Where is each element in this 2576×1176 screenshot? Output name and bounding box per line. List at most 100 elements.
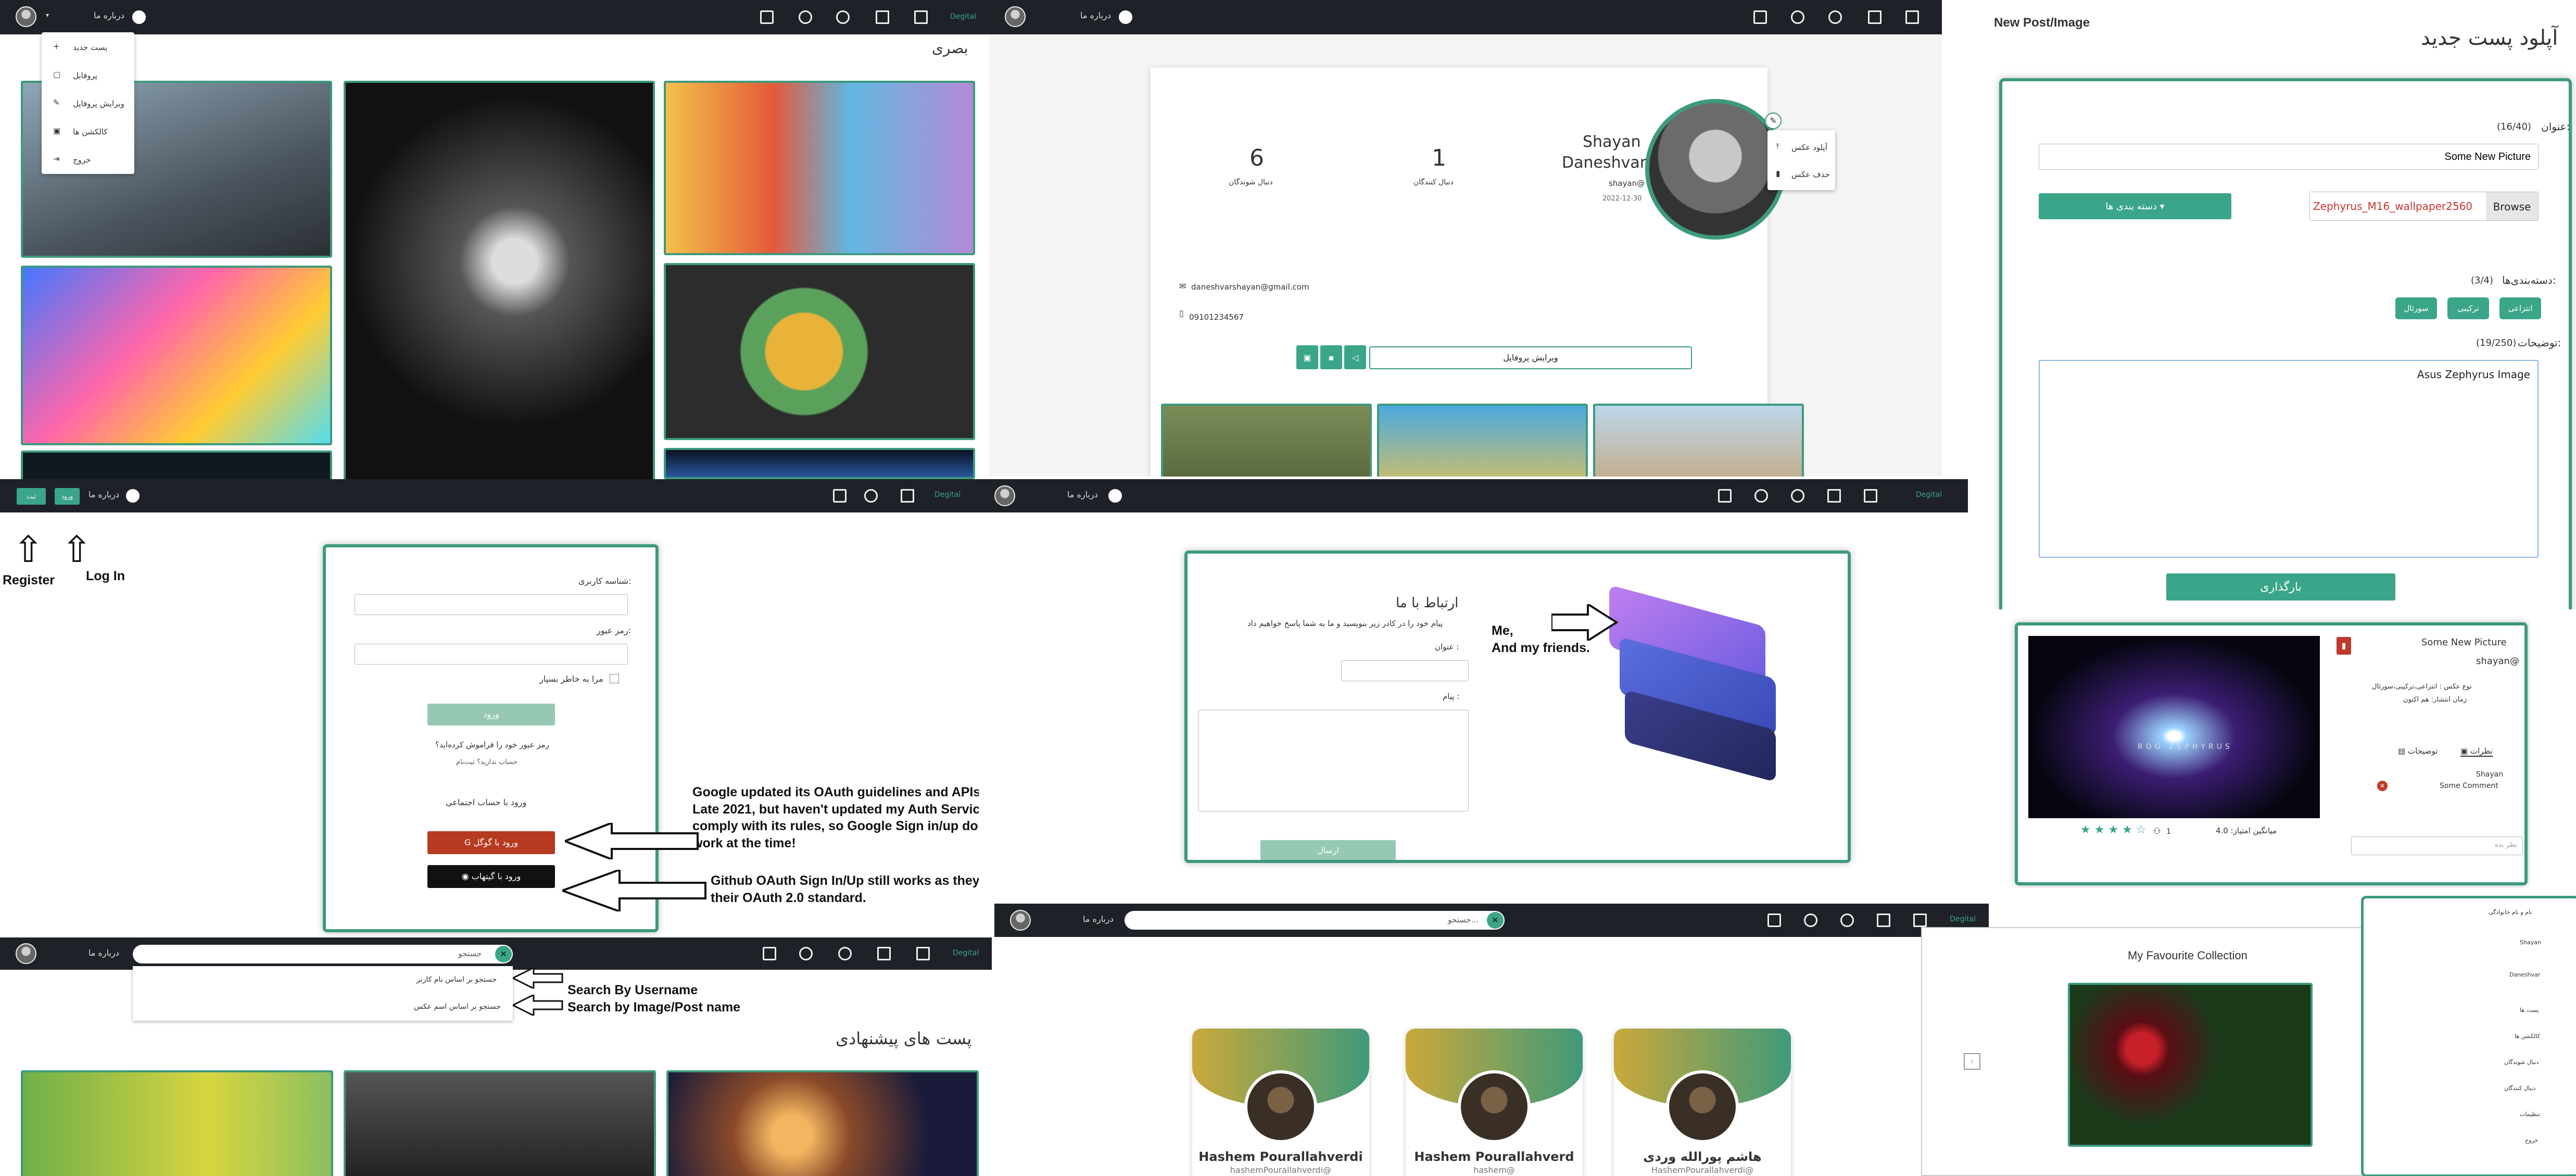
github-login-button[interactable]: ◉ ورود با گیتهاب [427,865,555,888]
nav-icon-3[interactable] [836,10,850,24]
upload-submit-button[interactable]: بارگذاری [2166,573,2395,600]
suggested-image[interactable] [666,1070,979,1176]
gallery-image[interactable] [664,448,975,479]
nav-about-link[interactable]: درباره ما [1067,490,1098,499]
suggested-image[interactable] [21,1070,333,1176]
nav-icon-2[interactable] [1804,914,1817,927]
post-user[interactable]: shayan@ [2476,656,2519,667]
user-card[interactable]: هاشم پورالله وردی HashemPourallahverdi@ [1614,1029,1791,1176]
nav-icon-4[interactable] [1877,914,1890,927]
search-input[interactable]: جستجو ✕ [133,945,513,964]
login-submit-button[interactable]: ورود [427,704,555,725]
menu-profile[interactable]: پروفایل [73,71,97,80]
nav-icon-2[interactable] [799,10,812,24]
category-chip[interactable]: ترکیبی [2447,297,2489,319]
nav-icon-2[interactable] [1791,10,1804,24]
search-by-image-option[interactable]: جستجو بر اساس اسم عکس [414,1003,501,1011]
gallery-image[interactable] [664,81,975,255]
sidebar-item-settings[interactable]: تنظیمات [2520,1111,2540,1118]
user-avatar[interactable] [16,943,36,964]
username-input[interactable] [355,594,628,615]
nav-icon-4[interactable] [1868,10,1882,24]
clear-search-icon[interactable]: ✕ [495,946,512,962]
nav-about-link[interactable]: درباره ما [1080,10,1111,20]
title-input[interactable] [2039,144,2539,170]
category-chip[interactable]: انتزاعی [2499,297,2541,319]
gallery-image[interactable] [344,81,655,479]
nav-about-link[interactable]: درباره ما [1083,914,1114,924]
remember-checkbox[interactable] [610,674,619,683]
sidebar-item-posts[interactable]: پست ها [2520,1007,2539,1014]
profile-post-image[interactable] [1377,404,1588,477]
home-icon[interactable] [901,489,914,503]
suggested-image[interactable] [344,1070,656,1176]
user-card[interactable]: Hashem Pourallahverd hashem@ [1406,1029,1583,1176]
google-login-button[interactable]: G ورود با گوگل [427,831,555,854]
user-avatar[interactable] [994,485,1015,506]
post-image[interactable]: ROG ZEPHYRUS [2028,636,2320,818]
nav-icon-1[interactable] [1767,914,1781,927]
nav-icon-3[interactable] [838,947,852,960]
pencil-icon[interactable]: ✎ [1765,112,1782,129]
home-icon[interactable] [1913,914,1927,927]
password-input[interactable] [355,644,628,665]
home-icon[interactable] [914,10,928,24]
gallery-icon[interactable]: ▣ [1296,345,1318,369]
browse-button[interactable]: Browse [2486,192,2538,220]
nav-icon-2[interactable] [864,489,878,503]
categories-dropdown-button[interactable]: دسته بندی ها ▾ [2039,193,2231,219]
file-input[interactable]: Zephyrus_M16_wallpaper2560 Browse [2309,192,2539,221]
login-nav-button[interactable]: ورود [55,488,80,505]
search-icon[interactable] [1117,8,1134,26]
description-textarea[interactable]: Asus Zephyrus Image [2039,360,2539,558]
nav-icon-1[interactable] [1753,10,1767,24]
share-icon[interactable]: ◁ [1344,345,1366,369]
nav-icon-1[interactable] [1718,489,1732,503]
upload-photo-option[interactable]: آپلود عکس [1791,143,1827,152]
nav-icon-4[interactable] [1827,489,1841,503]
nav-icon-1[interactable] [763,947,776,960]
search-icon[interactable] [124,487,142,505]
sidebar-item-logout[interactable]: خروج [2525,1137,2538,1144]
tab-comments[interactable]: ▣ نظرات [2460,746,2493,757]
gallery-image[interactable] [664,263,975,440]
edit-profile-button[interactable]: ویرایش پروفایل [1369,346,1692,369]
brand-logo[interactable]: Degital [1916,491,1942,499]
user-avatar[interactable] [16,6,36,27]
delete-photo-option[interactable]: حذف عکس [1791,170,1830,179]
nav-icon-1[interactable] [833,489,847,503]
user-avatar[interactable] [1010,910,1031,931]
sidebar-item-followers[interactable]: دنبال کنندگان [2504,1085,2535,1092]
nav-icon-3[interactable] [1828,10,1842,24]
nav-icon-1[interactable] [760,10,774,24]
menu-new-post[interactable]: پست جدید [73,43,107,52]
nav-icon-4[interactable] [876,10,889,24]
sidebar-item-collections[interactable]: کالکشن ها [2515,1033,2540,1040]
trash-icon[interactable]: ▮ [2337,637,2351,655]
home-icon[interactable] [916,947,930,960]
rating-stars[interactable]: ★ ★ ★ ★ ☆ [2080,823,2146,836]
collection-image[interactable] [2068,983,2313,1147]
nav-about-link[interactable]: درباره ما [89,490,119,499]
comment-input[interactable]: نظر بده [2351,836,2523,855]
delete-comment-icon[interactable]: ✕ [2377,781,2388,791]
gallery-image[interactable] [21,451,332,479]
send-button[interactable]: ارسال [1260,840,1396,860]
signup-link[interactable]: حساب ندارید؟ ثبت‌نام [456,758,517,766]
menu-logout[interactable]: خروج [73,155,91,165]
brand-logo[interactable]: Degital [1950,915,1976,923]
nav-about-link[interactable]: درباره ما [94,10,124,20]
category-chip[interactable]: سورئال [2395,297,2437,319]
nav-icon-3[interactable] [1791,489,1804,503]
nav-icon-2[interactable] [1754,489,1768,503]
clear-search-icon[interactable]: ✕ [1487,912,1504,929]
menu-collections[interactable]: کالکشن ها [73,127,108,136]
search-icon[interactable] [1106,487,1124,505]
user-avatar[interactable] [1005,6,1026,27]
profile-post-image[interactable] [1161,404,1372,477]
brand-logo[interactable]: Degital [935,491,961,499]
home-icon[interactable] [1905,10,1919,24]
menu-edit-profile[interactable]: ویرایش پروفایل [73,99,124,108]
message-textarea[interactable] [1198,710,1469,811]
nav-icon-4[interactable] [877,947,891,960]
